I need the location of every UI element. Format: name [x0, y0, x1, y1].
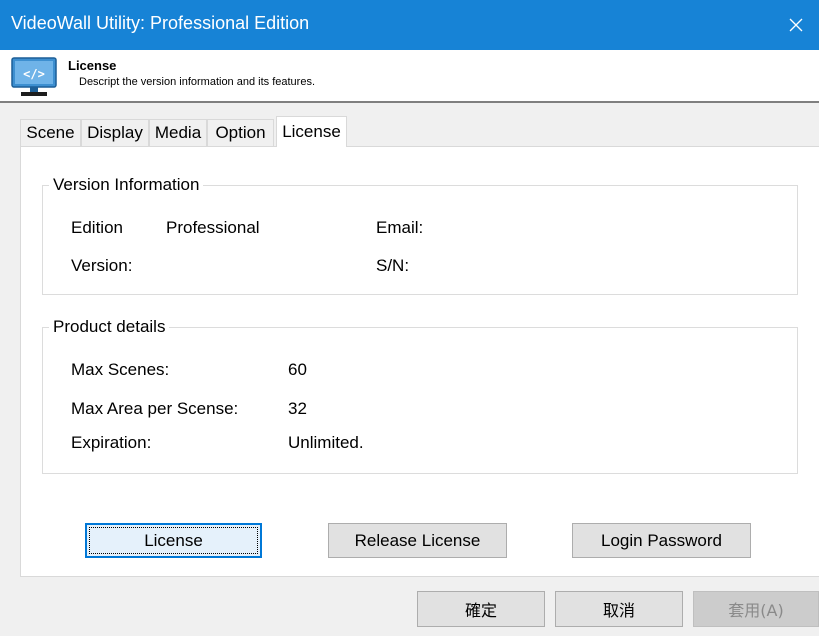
- header-description: Descript the version information and its…: [79, 76, 316, 88]
- tab-display[interactable]: Display: [81, 119, 149, 146]
- max-area-value: 32: [288, 399, 307, 418]
- expiration-label: Expiration:: [71, 433, 152, 452]
- edition-value: Professional: [166, 218, 260, 237]
- svg-text:</>: </>: [23, 67, 45, 81]
- cancel-button[interactable]: 取消: [555, 591, 683, 627]
- sn-label: S/N:: [376, 256, 410, 275]
- close-button[interactable]: [773, 0, 819, 50]
- email-label: Email:: [376, 218, 424, 237]
- monitor-code-icon: </>: [11, 57, 57, 102]
- window-title: VideoWall Utility: Professional Edition: [11, 13, 310, 33]
- tab-scene[interactable]: Scene: [20, 119, 81, 146]
- version-info-group: Version Information Edition Professional…: [42, 175, 798, 295]
- product-details-group: Product details Max Scenes: 60 Max Area …: [42, 317, 798, 474]
- max-scenes-value: 60: [288, 360, 307, 379]
- expiration-value: Unlimited.: [288, 433, 364, 452]
- version-label: Version:: [71, 256, 133, 275]
- edition-label: Edition: [71, 218, 123, 237]
- close-icon: [789, 18, 803, 32]
- tab-media[interactable]: Media: [149, 119, 207, 146]
- header-title: License: [68, 58, 117, 73]
- max-area-label: Max Area per Scense:: [71, 399, 239, 418]
- tab-license[interactable]: License: [276, 116, 347, 147]
- apply-button[interactable]: 套用(A): [693, 591, 819, 627]
- max-scenes-label: Max Scenes:: [71, 360, 170, 379]
- tab-panel: Version Information Edition Professional…: [20, 146, 819, 577]
- tab-option[interactable]: Option: [207, 119, 274, 146]
- title-bar: VideoWall Utility: Professional Edition: [0, 0, 819, 50]
- product-details-legend: Product details: [49, 317, 170, 337]
- login-password-button[interactable]: Login Password: [572, 523, 751, 558]
- page-header: </> License Descript the version informa…: [0, 50, 819, 103]
- license-button[interactable]: License: [85, 523, 262, 558]
- version-info-legend: Version Information: [49, 175, 204, 195]
- ok-button[interactable]: 確定: [417, 591, 545, 627]
- release-license-button[interactable]: Release License: [328, 523, 507, 558]
